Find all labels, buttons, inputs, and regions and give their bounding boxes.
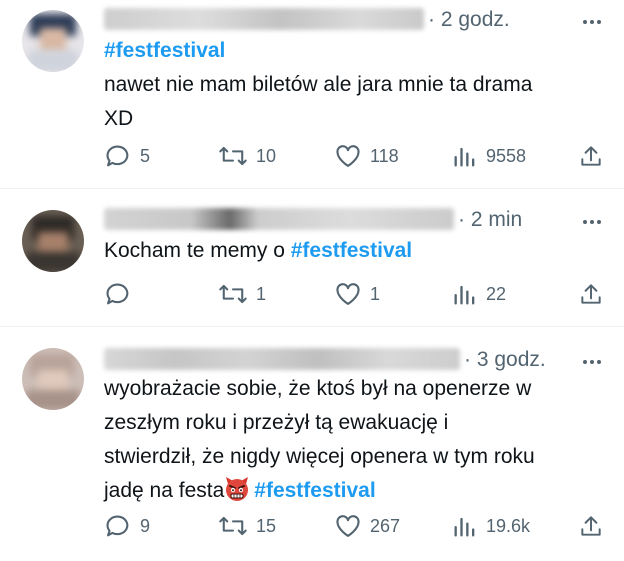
tweet-text: wyobrażacie sobie, że ktoś był na opener…: [104, 372, 604, 508]
tweet-2[interactable]: · 2 min Kocham te memy o #festfestival 1…: [0, 190, 624, 324]
repost-button[interactable]: 1: [218, 280, 266, 308]
like-count: 267: [370, 515, 401, 536]
tweet-3[interactable]: · 3 godz. wyobrażacie sobie, że ktoś był…: [0, 328, 624, 561]
tweet-text-line: Kocham te memy o: [104, 239, 291, 262]
share-icon[interactable]: [578, 142, 604, 170]
reply-button[interactable]: 5: [104, 142, 150, 170]
repost-icon: [219, 146, 247, 166]
tweet-time[interactable]: · 3 godz.: [464, 348, 546, 372]
views-icon: [454, 517, 475, 537]
tweet-text-line: jadę na festa: [104, 479, 225, 502]
reply-count: 9: [140, 515, 151, 536]
views-count: 22: [486, 283, 507, 304]
more-icon[interactable]: [582, 212, 602, 232]
reply-icon: [106, 515, 129, 537]
views-button[interactable]: 22: [452, 280, 506, 308]
repost-count: 10: [256, 145, 277, 166]
avatar[interactable]: [22, 10, 84, 72]
hashtag-link[interactable]: #festfestival: [291, 239, 412, 262]
divider: [0, 326, 624, 327]
repost-button[interactable]: 15: [218, 512, 276, 540]
hashtag-link[interactable]: #festfestival: [254, 479, 375, 502]
repost-icon: [219, 284, 247, 304]
like-count: 118: [370, 145, 399, 166]
like-button[interactable]: 267: [334, 512, 400, 540]
like-button[interactable]: 118: [334, 142, 399, 170]
like-icon: [336, 283, 360, 305]
tweet-text-line: stwierdził, że nigdy więcej openera w ty…: [104, 445, 535, 468]
username-blurred[interactable]: [104, 348, 460, 370]
views-icon: [454, 147, 475, 167]
reply-icon: [106, 283, 129, 305]
like-icon: [336, 515, 360, 537]
hashtag-link[interactable]: #festfestival: [104, 39, 225, 62]
share-icon[interactable]: [578, 280, 604, 308]
repost-count: 1: [256, 283, 267, 304]
share-icon[interactable]: [578, 512, 604, 540]
tweet-time[interactable]: · 2 godz.: [428, 8, 510, 32]
tweet-text: #festfestival nawet nie mam biletów ale …: [104, 34, 604, 136]
divider: [0, 188, 624, 189]
reply-count: 5: [140, 145, 151, 166]
like-count: 1: [370, 283, 381, 304]
avatar[interactable]: [22, 210, 84, 272]
views-button[interactable]: 19.6k: [452, 512, 530, 540]
tweet-text-line: nawet nie mam biletów ale jara mnie ta d…: [104, 73, 533, 96]
repost-icon: [219, 516, 247, 536]
tweet-text-line: XD: [104, 107, 134, 130]
like-button[interactable]: 1: [334, 280, 380, 308]
reply-icon: [106, 145, 129, 167]
repost-count: 15: [256, 515, 277, 536]
reply-button[interactable]: [104, 280, 140, 308]
tweet-text-line: zeszłym roku i przeżył tą ewakuację i: [104, 411, 449, 434]
tweet-time[interactable]: · 2 min: [458, 208, 522, 232]
username-blurred[interactable]: [104, 208, 454, 230]
angry-devil-emoji: [226, 477, 249, 501]
avatar[interactable]: [22, 348, 84, 410]
views-button[interactable]: 9558: [452, 142, 526, 170]
repost-button[interactable]: 10: [218, 142, 276, 170]
tweet-text: Kocham te memy o #festfestival: [104, 234, 604, 268]
reply-button[interactable]: 9: [104, 512, 150, 540]
more-icon[interactable]: [582, 352, 602, 372]
views-icon: [454, 285, 475, 305]
more-icon[interactable]: [582, 12, 602, 32]
tweet-1[interactable]: · 2 godz. #festfestival nawet nie mam bi…: [0, 0, 624, 186]
tweet-text-line: wyobrażacie sobie, że ktoś był na opener…: [104, 377, 532, 400]
views-count: 9558: [486, 145, 527, 166]
like-icon: [336, 145, 360, 167]
username-blurred[interactable]: [104, 8, 424, 30]
views-count: 19.6k: [486, 515, 531, 536]
